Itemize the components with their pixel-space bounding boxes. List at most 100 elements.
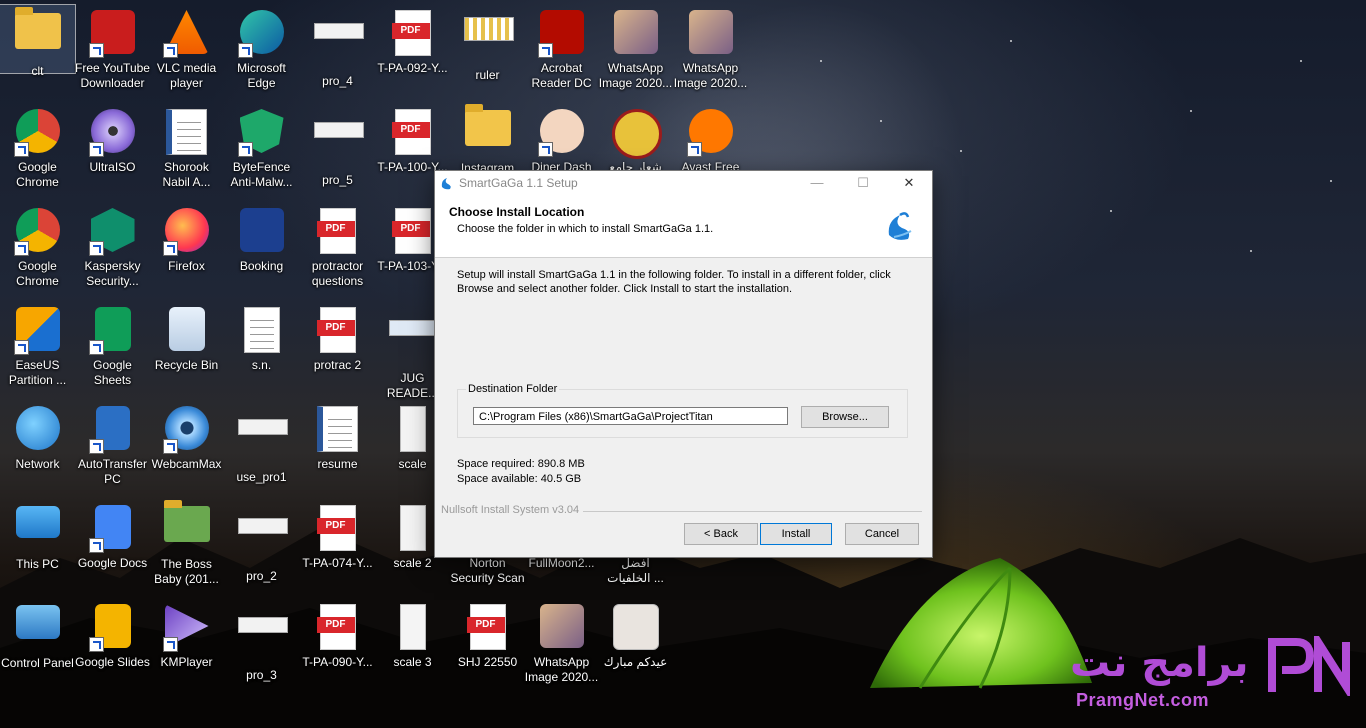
- desktop-icon-recycle[interactable]: Recycle Bin: [149, 300, 224, 396]
- desktop-icon-chrome1[interactable]: Google Chrome: [0, 102, 75, 198]
- desktop-icon-firefox[interactable]: Firefox: [149, 201, 224, 297]
- space-required: Space required: 890.8 MB: [457, 458, 585, 470]
- desktop-icon-scale3[interactable]: scale 3: [375, 597, 450, 693]
- desktop-icon-wa2[interactable]: WhatsApp Image 2020...: [673, 3, 748, 99]
- desktop-icon-label: WhatsApp Image 2020...: [524, 655, 599, 684]
- desktop-icon-kmplayer[interactable]: KMPlayer: [149, 597, 224, 693]
- star: [960, 150, 962, 152]
- desktop-icon-clt[interactable]: clt: [0, 4, 76, 78]
- desktop-icon-thispc[interactable]: This PC: [0, 498, 75, 594]
- desktop-icon-label: KMPlayer: [160, 655, 213, 669]
- desktop-icon-sn[interactable]: s.n.: [224, 300, 299, 396]
- star: [1300, 60, 1302, 62]
- close-button[interactable]: ✕: [886, 171, 932, 195]
- shortcut-arrow-icon: [88, 241, 104, 256]
- desktop-icon-controlpanel[interactable]: Control Panel: [0, 597, 75, 693]
- diner-dash-icon: [537, 109, 586, 157]
- image-thumbnail-icon: [313, 122, 364, 170]
- desktop-icon-protractor[interactable]: PDF protractor questions: [300, 201, 375, 297]
- minimize-button[interactable]: —: [794, 171, 840, 195]
- firefox-icon: [162, 208, 211, 256]
- ruler-thumbnail-icon: [463, 17, 514, 65]
- word-document-icon: [163, 109, 211, 157]
- emblem-thumbnail-icon: [611, 109, 662, 159]
- desktop-icon-pro4[interactable]: pro_4: [300, 3, 375, 99]
- desktop-icon-acrobat[interactable]: Acrobat Reader DC: [524, 3, 599, 99]
- desktop-icon-label: Google Docs: [77, 556, 148, 570]
- desktop-icon-label: T-PA-090-Y...: [302, 655, 373, 669]
- star: [1110, 210, 1112, 212]
- text-document-icon: [238, 307, 286, 355]
- desktop-icon-booking[interactable]: Booking: [224, 201, 299, 297]
- desktop-icon-network[interactable]: Network: [0, 399, 75, 495]
- install-path-input[interactable]: C:\Program Files (x86)\SmartGaGa\Project…: [473, 407, 788, 425]
- kmplayer-icon: [162, 604, 211, 652]
- shortcut-arrow-icon: [537, 43, 553, 58]
- desktop-icon-chrome2[interactable]: Google Chrome: [0, 201, 75, 297]
- recycle-bin-icon: [163, 307, 211, 355]
- image-thumbnail-icon: [237, 518, 288, 566]
- desktop-icon-ultraiso[interactable]: UltraISO: [75, 102, 150, 198]
- header-title: Choose Install Location: [449, 205, 585, 219]
- glowing-tent: [870, 558, 1092, 689]
- desktop-icon-free-youtube[interactable]: Free YouTube Downloader: [75, 3, 150, 99]
- desktop-icon-edge[interactable]: Microsoft Edge: [224, 3, 299, 99]
- desktop-icon-label: ruler: [475, 68, 500, 82]
- browse-button[interactable]: Browse...: [801, 406, 889, 428]
- shortcut-arrow-icon: [237, 142, 253, 157]
- desktop-icon-webcammax[interactable]: WebcamMax: [149, 399, 224, 495]
- desktop-icon-tpa092[interactable]: PDF T-PA-092-Y...: [375, 3, 450, 99]
- desktop-icon-protrac2[interactable]: PDF protrac 2: [300, 300, 375, 396]
- eid-card-icon: [612, 604, 660, 652]
- maximize-button[interactable]: ☐: [840, 171, 886, 195]
- desktop-icon-gslides[interactable]: Google Slides: [75, 597, 150, 693]
- desktop-icon-wa3[interactable]: WhatsApp Image 2020...: [524, 597, 599, 693]
- desktop-icon-resume[interactable]: resume: [300, 399, 375, 495]
- desktop-icon-label: Google Chrome: [16, 259, 59, 288]
- shortcut-arrow-icon: [162, 241, 178, 256]
- desktop-icon-pro3[interactable]: pro_3: [224, 597, 299, 693]
- desktop-icon-bytefence[interactable]: ByteFence Anti-Malw...: [224, 102, 299, 198]
- desktop-icon-tpa090[interactable]: PDF T-PA-090-Y...: [300, 597, 375, 693]
- pdf-file-icon: PDF: [314, 307, 362, 355]
- desktop-icon-kaspersky[interactable]: Kaspersky Security...: [75, 201, 150, 297]
- install-button[interactable]: Install: [760, 523, 832, 545]
- desktop-icon-shorook[interactable]: Shorook Nabil A...: [149, 102, 224, 198]
- desktop-icon-label: Google Slides: [75, 655, 150, 669]
- chrome-icon: [13, 109, 62, 157]
- pdf-file-icon: PDF: [389, 208, 437, 256]
- back-button[interactable]: < Back: [684, 523, 758, 545]
- desktop-icon-label: Google Chrome: [16, 160, 59, 189]
- desktop-icon-shj[interactable]: PDF SHJ 22550: [450, 597, 525, 693]
- kaspersky-icon: [88, 208, 137, 256]
- desktop-icon-label: WhatsApp Image 2020...: [673, 61, 748, 90]
- shortcut-arrow-icon: [88, 142, 104, 157]
- desktop-icon-tpa074[interactable]: PDF T-PA-074-Y...: [300, 498, 375, 594]
- desktop-icon-label: pro_4: [322, 74, 353, 88]
- shortcut-arrow-icon: [88, 340, 104, 355]
- desktop-icon-wa1[interactable]: WhatsApp Image 2020...: [598, 3, 673, 99]
- desktop-icon-gdocs[interactable]: Google Docs: [75, 498, 150, 594]
- desktop-icon-label: UltraISO: [89, 160, 136, 174]
- photo-thumbnail-icon: [538, 604, 586, 652]
- desktop-icon-label: Control Panel: [1, 656, 74, 670]
- desktop-icon-usepro1[interactable]: use_pro1: [224, 399, 299, 495]
- desktop-icon-vlc[interactable]: VLC media player: [149, 3, 224, 99]
- desktop-icon-label: WebcamMax: [151, 457, 222, 471]
- cancel-button[interactable]: Cancel: [845, 523, 919, 545]
- desktop-icon-label: Firefox: [168, 259, 205, 273]
- desktop-icon-pro2[interactable]: pro_2: [224, 498, 299, 594]
- dialog-titlebar[interactable]: SmartGaGa 1.1 Setup — ☐ ✕: [435, 171, 932, 195]
- desktop-icon-bossbaby[interactable]: The Boss Baby (201...: [149, 498, 224, 594]
- pdf-file-icon: PDF: [389, 109, 437, 157]
- desktop-icon-autotransfer[interactable]: AutoTransfer PC: [75, 399, 150, 495]
- desktop-icon-easeus[interactable]: EaseUS Partition ...: [0, 300, 75, 396]
- desktop-icon-eid[interactable]: عيدكم مبارك: [598, 597, 673, 693]
- desktop-icon-gsheets[interactable]: Google Sheets: [75, 300, 150, 396]
- shortcut-arrow-icon: [13, 340, 29, 355]
- desktop-icon-ruler[interactable]: ruler: [450, 3, 525, 99]
- star: [1330, 180, 1332, 182]
- desktop-icon-label: resume: [317, 457, 358, 471]
- desktop-icon-label: scale 3: [393, 655, 432, 669]
- desktop-icon-pro5[interactable]: pro_5: [300, 102, 375, 198]
